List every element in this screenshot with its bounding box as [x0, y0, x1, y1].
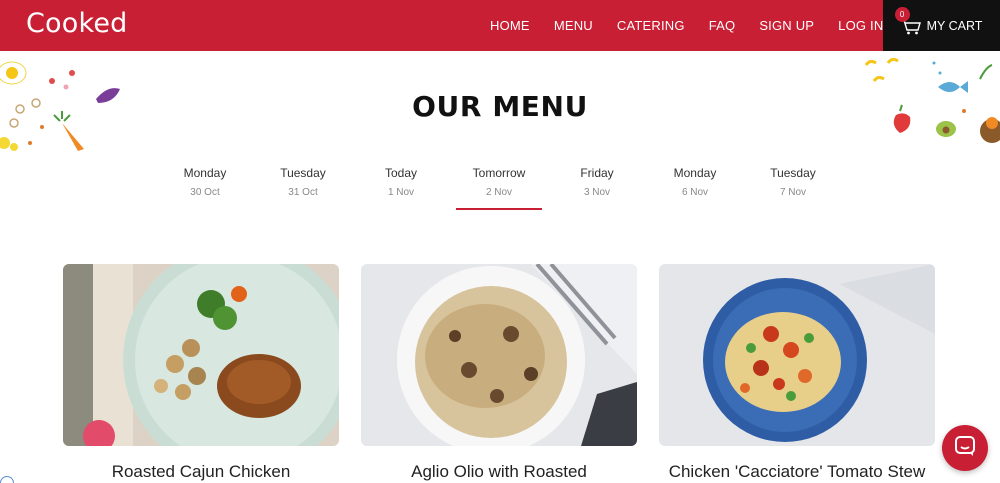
- logo[interactable]: Cooked: [26, 8, 128, 39]
- day-name: Tuesday: [280, 166, 326, 180]
- day-date: 31 Oct: [288, 187, 318, 198]
- day-tab[interactable]: Today 1 Nov: [352, 166, 450, 210]
- dish-card[interactable]: Aglio Olio with Roasted: [361, 264, 637, 482]
- day-tab[interactable]: Tuesday 7 Nov: [744, 166, 842, 210]
- day-name: Monday: [673, 166, 717, 180]
- top-header: Cooked HOME MENU CATERING FAQ SIGN UP LO…: [0, 0, 1000, 51]
- day-tab-active[interactable]: Tomorrow 2 Nov: [450, 166, 548, 210]
- day-selector: Monday 30 Oct Tuesday 31 Oct Today 1 Nov…: [156, 166, 842, 210]
- nav-faq[interactable]: FAQ: [709, 18, 736, 33]
- day-date: 1 Nov: [387, 187, 415, 198]
- day-date: 3 Nov: [583, 187, 611, 198]
- day-tab[interactable]: Tuesday 31 Oct: [254, 166, 352, 210]
- dish-card[interactable]: Roasted Cajun Chicken: [63, 264, 339, 482]
- day-name: Today: [384, 166, 418, 180]
- dish-card[interactable]: Chicken 'Cacciatore' Tomato Stew: [659, 264, 935, 482]
- dish-name[interactable]: Chicken 'Cacciatore' Tomato Stew: [659, 462, 935, 482]
- cart-button[interactable]: 0 MY CART: [883, 0, 1000, 51]
- nav-sign-up[interactable]: SIGN UP: [759, 18, 814, 33]
- main-nav: HOME MENU CATERING FAQ SIGN UP LOG IN: [478, 0, 895, 51]
- chat-icon: [954, 435, 976, 462]
- day-date: 30 Oct: [190, 187, 220, 198]
- day-name: Tomorrow: [472, 166, 526, 180]
- nav-home[interactable]: HOME: [490, 18, 530, 33]
- nav-log-in[interactable]: LOG IN: [838, 18, 883, 33]
- dish-image[interactable]: [361, 264, 637, 446]
- page-title: OUR MENU: [412, 90, 588, 123]
- day-tab[interactable]: Monday 30 Oct: [156, 166, 254, 210]
- day-date: 6 Nov: [681, 187, 709, 198]
- day-date: 2 Nov: [485, 187, 513, 198]
- day-name: Monday: [183, 166, 227, 180]
- day-tab[interactable]: Monday 6 Nov: [646, 166, 744, 210]
- chat-widget-button[interactable]: [942, 425, 988, 471]
- cart-label: MY CART: [926, 18, 983, 33]
- dish-name[interactable]: Aglio Olio with Roasted: [361, 462, 637, 482]
- day-tab[interactable]: Friday 3 Nov: [548, 166, 646, 210]
- nav-menu[interactable]: MENU: [554, 18, 593, 33]
- cart-count-badge: 0: [894, 6, 910, 22]
- day-name: Tuesday: [770, 166, 816, 180]
- day-date: 7 Nov: [779, 187, 807, 198]
- cart-icon: 0: [894, 6, 921, 35]
- corner-badge: [0, 476, 14, 483]
- dish-image[interactable]: [63, 264, 339, 446]
- nav-catering[interactable]: CATERING: [617, 18, 685, 33]
- dish-name[interactable]: Roasted Cajun Chicken: [63, 462, 339, 482]
- day-name: Friday: [580, 166, 614, 180]
- dish-image[interactable]: [659, 264, 935, 446]
